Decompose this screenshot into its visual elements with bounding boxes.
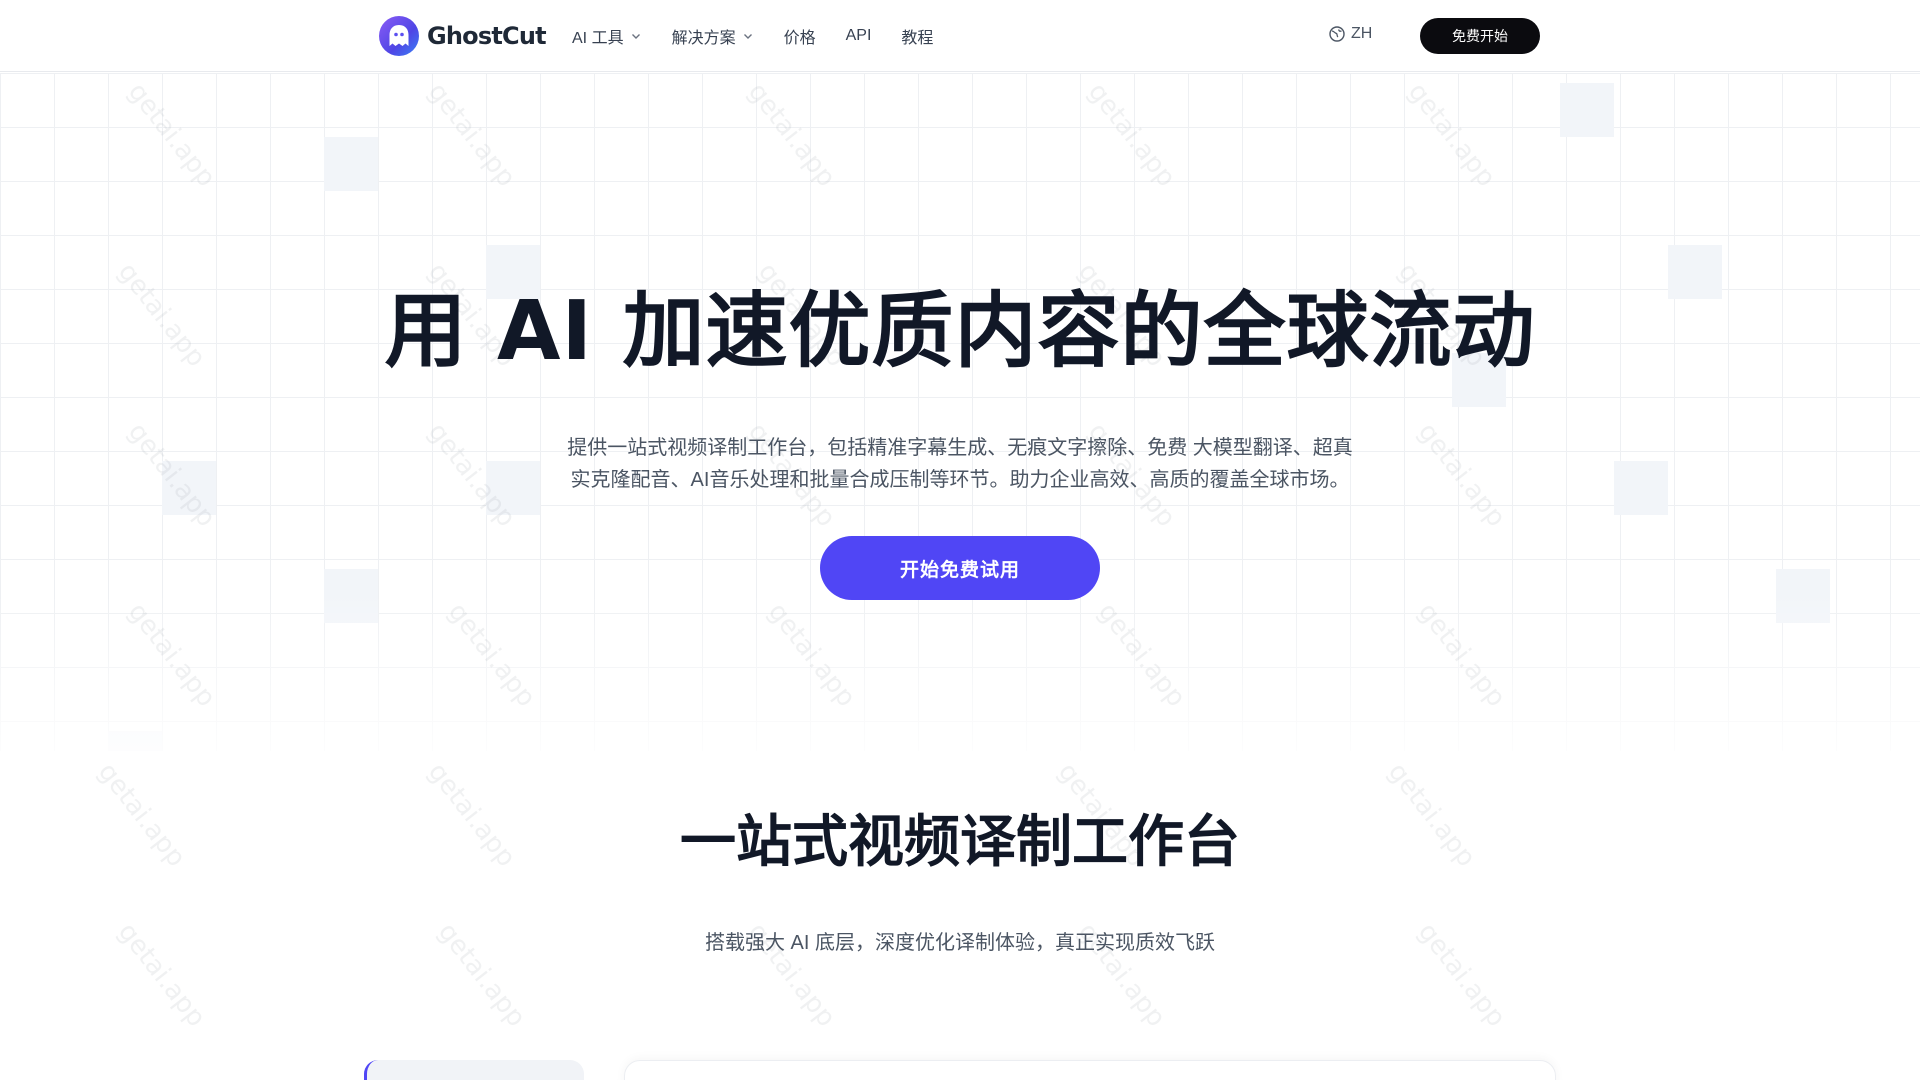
nav-label: 价格 xyxy=(783,30,816,47)
grid-tile xyxy=(324,137,378,191)
grid-tile xyxy=(108,731,162,751)
hero-title: 用 AI 加速优质内容的全球流动 xyxy=(384,284,1536,379)
grid-tile xyxy=(1560,83,1614,137)
grid-tile xyxy=(1614,461,1668,515)
hero-subtitle-line: 实克隆配音、AI音乐处理和批量合成压制等环节。助力企业高效、高质的覆盖全球市场。 xyxy=(570,469,1350,491)
grid-tile xyxy=(162,461,216,515)
feature-preview-card xyxy=(624,1060,1556,1080)
hero-grid-background xyxy=(0,73,1920,751)
nav-label: API xyxy=(845,27,872,44)
free-start-button[interactable]: 免费开始 xyxy=(1420,18,1540,54)
hero-subtitle: 提供一站式视频译制工作台，包括精准字幕生成、无痕文字擦除、免费 大模型翻译、超真… xyxy=(560,432,1360,496)
chevron-down-icon xyxy=(631,34,640,39)
brand-logo[interactable]: GhostCut xyxy=(379,16,547,56)
grid-tile xyxy=(1776,569,1830,623)
nav-pricing[interactable]: 价格 xyxy=(784,24,816,48)
brand-name: GhostCut xyxy=(427,22,547,50)
main-nav: AI 工具 解决方案 价格 API 教程 xyxy=(572,24,963,48)
ghost-logo-icon xyxy=(379,16,419,56)
language-label: ZH xyxy=(1351,25,1373,42)
globe-icon xyxy=(1329,26,1345,42)
nav-api[interactable]: API xyxy=(846,27,872,45)
section-subtitle: 搭载强大 AI 底层，深度优化译制体验，真正实现质效飞跃 xyxy=(704,932,1215,954)
hero-subtitle-line: 提供一站式视频译制工作台，包括精准字幕生成、无痕文字擦除、免费 大模型翻译、超真 xyxy=(567,437,1353,459)
language-switcher[interactable]: ZH xyxy=(1328,25,1372,43)
section-title: 一站式视频译制工作台 xyxy=(680,810,1240,875)
feature-tab-card[interactable] xyxy=(364,1060,584,1080)
nav-label: AI 工具 xyxy=(572,30,624,47)
grid-tile xyxy=(324,569,378,623)
nav-label: 教程 xyxy=(901,30,934,47)
chevron-down-icon xyxy=(743,34,752,39)
nav-label: 解决方案 xyxy=(671,30,736,47)
grid-tile xyxy=(486,461,540,515)
nav-tutorials[interactable]: 教程 xyxy=(901,24,933,48)
nav-solutions[interactable]: 解决方案 xyxy=(672,24,754,48)
start-free-trial-button[interactable]: 开始免费试用 xyxy=(820,536,1100,600)
top-navbar: GhostCut AI 工具 解决方案 价格 API 教程 ZH 免费开始 xyxy=(0,0,1920,72)
nav-ai-tools[interactable]: AI 工具 xyxy=(572,24,642,48)
